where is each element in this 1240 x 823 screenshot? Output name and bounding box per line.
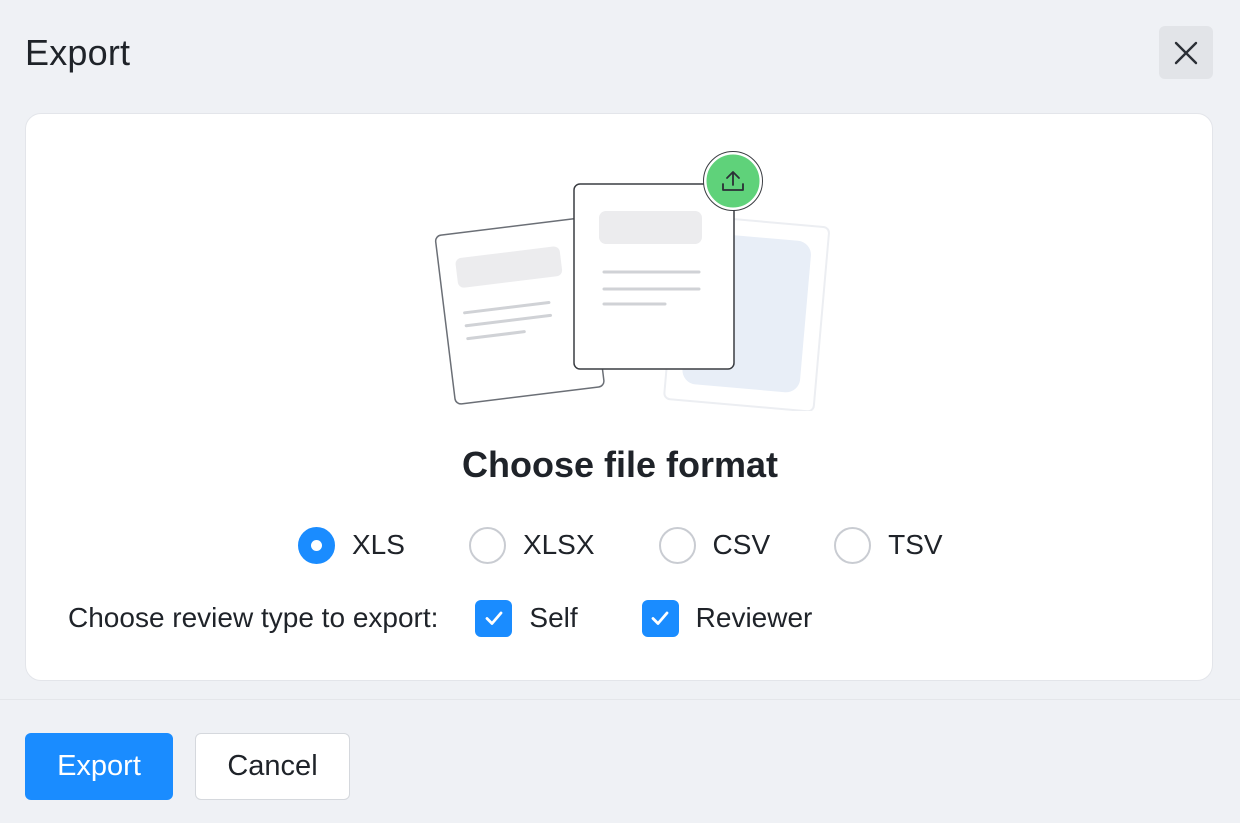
close-button[interactable] [1159,26,1213,79]
format-option-csv[interactable]: CSV [658,526,771,564]
format-label: XLS [352,529,405,560]
close-icon [1174,41,1198,64]
format-option-tsv[interactable]: TSV [834,526,943,564]
review-option-label: Self [529,602,578,633]
checkmark-icon [485,611,503,625]
format-label: TSV [888,529,943,560]
checkbox-reviewer[interactable] [641,599,679,637]
dialog-title: Export [25,32,131,73]
radio-xls[interactable] [298,526,335,564]
format-radio-group: XLS XLSX CSV TSV [298,524,943,566]
format-option-xlsx[interactable]: XLSX [468,526,595,564]
cancel-button[interactable]: Cancel [195,733,350,800]
export-button[interactable]: Export [25,733,173,800]
review-type-row: Choose review type to export: Self Revie… [68,597,876,639]
format-label: CSV [712,529,771,560]
dialog-footer: Export Cancel [0,699,1240,823]
radio-tsv[interactable] [834,526,872,564]
format-label: XLSX [522,529,595,560]
review-option-label: Reviewer [695,602,813,633]
format-section-title: Choose file format [461,444,779,485]
review-option-self[interactable]: Self [475,599,578,637]
radio-xlsx[interactable] [468,526,506,564]
export-illustration [434,151,830,411]
dialog-header: Export [0,0,1240,104]
upload-icon [703,151,763,211]
review-option-reviewer[interactable]: Reviewer [641,599,813,637]
center-document-illustration [573,183,735,370]
export-card: Choose file format XLS XLSX CSV TSV Choo… [25,113,1213,681]
checkmark-icon [651,611,669,625]
radio-csv[interactable] [658,526,696,564]
checkbox-self[interactable] [475,599,513,637]
format-option-xls[interactable]: XLS [298,526,405,564]
review-type-label: Choose review type to export: [68,602,439,633]
